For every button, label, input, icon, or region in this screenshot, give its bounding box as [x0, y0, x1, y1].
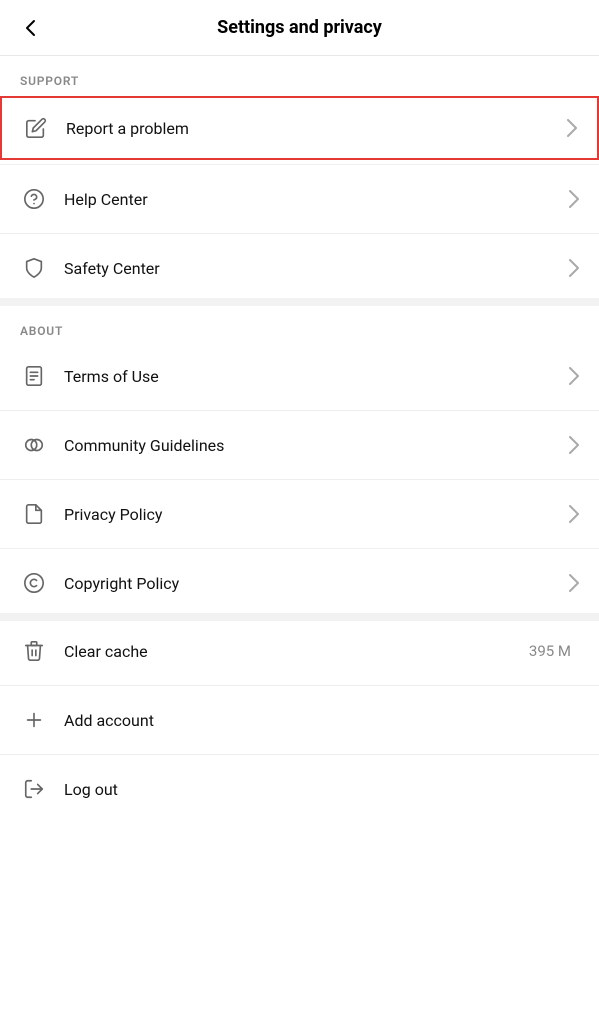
bottom-section: Clear cache 395 M Add account Log out [0, 621, 599, 819]
page-title: Settings and privacy [217, 17, 382, 38]
copyright-policy-item[interactable]: Copyright Policy [0, 553, 599, 613]
log-out-item[interactable]: Log out [0, 759, 599, 819]
divider-2 [0, 233, 599, 234]
privacy-policy-label: Privacy Policy [64, 505, 569, 524]
report-problem-chevron [567, 119, 577, 137]
section-divider-1 [0, 298, 599, 306]
circles-icon [20, 431, 48, 459]
help-center-label: Help Center [64, 190, 569, 209]
clear-cache-label: Clear cache [64, 642, 529, 661]
copyright-policy-chevron [569, 574, 579, 592]
shield-icon [20, 254, 48, 282]
copyright-icon [20, 569, 48, 597]
safety-center-item[interactable]: Safety Center [0, 238, 599, 298]
logout-icon [20, 775, 48, 803]
support-section-label: SUPPORT [0, 56, 599, 96]
copyright-policy-label: Copyright Policy [64, 574, 569, 593]
add-account-item[interactable]: Add account [0, 690, 599, 750]
safety-center-chevron [569, 259, 579, 277]
report-problem-item[interactable]: Report a problem [0, 96, 599, 160]
edit-icon [22, 114, 50, 142]
about-section: ABOUT Terms of Use Community Guideli [0, 306, 599, 613]
trash-icon [20, 637, 48, 665]
safety-center-label: Safety Center [64, 259, 569, 278]
log-out-label: Log out [64, 780, 579, 799]
terms-of-use-label: Terms of Use [64, 367, 569, 386]
terms-of-use-item[interactable]: Terms of Use [0, 346, 599, 406]
support-section: SUPPORT Report a problem Help Center [0, 56, 599, 298]
privacy-policy-item[interactable]: Privacy Policy [0, 484, 599, 544]
divider-6 [0, 685, 599, 686]
divider-5 [0, 548, 599, 549]
file-icon [20, 500, 48, 528]
clear-cache-item[interactable]: Clear cache 395 M [0, 621, 599, 681]
about-section-label: ABOUT [0, 306, 599, 346]
community-guidelines-item[interactable]: Community Guidelines [0, 415, 599, 475]
community-guidelines-label: Community Guidelines [64, 436, 569, 455]
add-account-label: Add account [64, 711, 579, 730]
divider-4 [0, 479, 599, 480]
divider-1 [0, 164, 599, 165]
header: Settings and privacy [0, 0, 599, 56]
report-problem-label: Report a problem [66, 119, 567, 138]
clear-cache-value: 395 M [529, 642, 571, 660]
plus-icon [20, 706, 48, 734]
back-button[interactable] [16, 13, 46, 43]
help-circle-icon [20, 185, 48, 213]
help-center-item[interactable]: Help Center [0, 169, 599, 229]
document-icon [20, 362, 48, 390]
terms-of-use-chevron [569, 367, 579, 385]
help-center-chevron [569, 190, 579, 208]
community-guidelines-chevron [569, 436, 579, 454]
section-divider-2 [0, 613, 599, 621]
divider-3 [0, 410, 599, 411]
privacy-policy-chevron [569, 505, 579, 523]
divider-7 [0, 754, 599, 755]
